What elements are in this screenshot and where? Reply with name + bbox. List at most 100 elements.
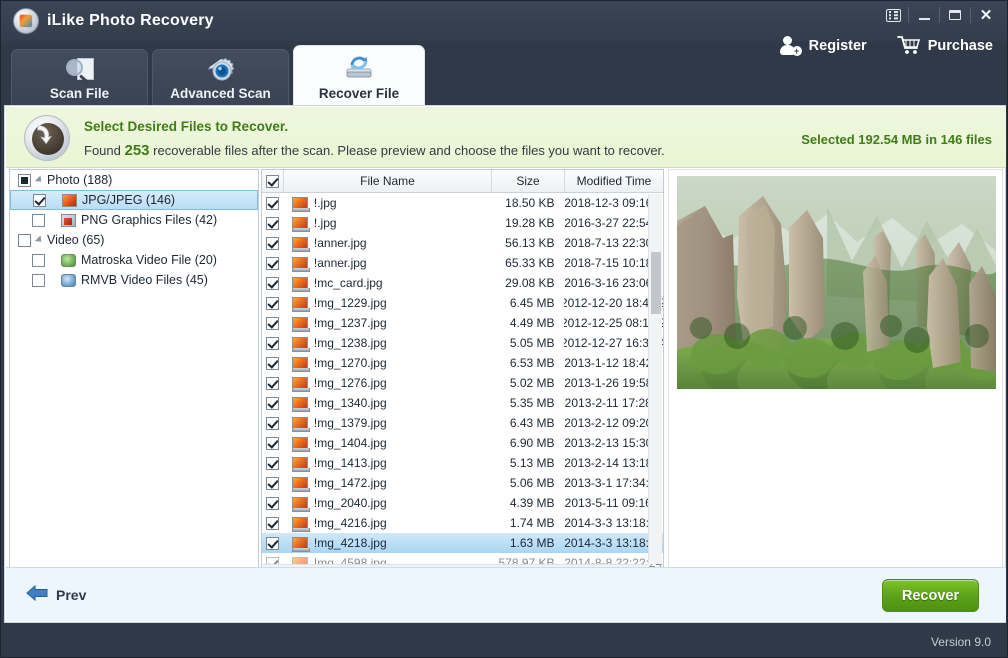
recover-button[interactable]: Recover — [882, 579, 979, 612]
register-button[interactable]: + Register — [780, 36, 867, 56]
expander-triangle-icon[interactable] — [35, 235, 44, 244]
row-checkbox[interactable] — [266, 477, 279, 490]
tree-item[interactable]: Matroska Video File (20) — [10, 250, 258, 270]
row-checkbox[interactable] — [266, 417, 279, 430]
column-header-size[interactable]: Size — [492, 170, 565, 192]
select-all-header-cell[interactable] — [262, 170, 284, 192]
tab-scan-file[interactable]: Scan File — [11, 49, 148, 107]
file-list-row[interactable]: !mg_1413.jpg5.13 MB2013-2-14 13:18:2 — [262, 453, 663, 473]
image-thumbnail-icon — [292, 297, 308, 310]
file-list-row[interactable]: !anner.jpg65.33 KB2018-7-15 10:18:5 — [262, 253, 663, 273]
file-list-row[interactable]: !anner.jpg56.13 KB2018-7-13 22:30:4 — [262, 233, 663, 253]
tree-item-checkbox[interactable] — [32, 274, 45, 287]
file-size-cell: 5.06 MB — [491, 473, 564, 493]
row-checkbox[interactable] — [266, 377, 279, 390]
file-list-vertical-scrollbar[interactable] — [648, 194, 662, 564]
expander-triangle-icon[interactable] — [35, 175, 44, 184]
tree-item[interactable]: Photo (188) — [10, 170, 258, 190]
tab-label: Advanced Scan — [153, 86, 288, 101]
row-checkbox[interactable] — [266, 517, 279, 530]
file-list-row[interactable]: !mg_2040.jpg4.39 MB2013-5-11 09:16:0 — [262, 493, 663, 513]
file-list-row[interactable]: !mg_1379.jpg6.43 MB2013-2-12 09:20:4 — [262, 413, 663, 433]
file-list-row[interactable]: !.jpg18.50 KB2018-12-3 09:16:4 — [262, 193, 663, 213]
row-checkbox-cell[interactable] — [262, 193, 284, 213]
file-list-row[interactable]: !.jpg19.28 KB2016-3-27 22:54:3 — [262, 213, 663, 233]
tab-advanced-scan[interactable]: Advanced Scan — [152, 49, 289, 107]
row-checkbox-cell[interactable] — [262, 253, 284, 273]
row-checkbox-cell[interactable] — [262, 473, 284, 493]
row-checkbox-cell[interactable] — [262, 293, 284, 313]
row-checkbox[interactable] — [266, 237, 279, 250]
file-list-row[interactable]: !mg_4216.jpg1.74 MB2014-3-3 13:18:00 — [262, 513, 663, 533]
maximize-button[interactable] — [940, 4, 970, 26]
tree-item-checkbox[interactable] — [32, 214, 45, 227]
row-checkbox-cell[interactable] — [262, 513, 284, 533]
scrollbar-thumb[interactable] — [651, 252, 661, 314]
row-checkbox[interactable] — [266, 217, 279, 230]
tab-recover-file[interactable]: Recover File — [293, 45, 425, 107]
minimize-button[interactable] — [909, 4, 939, 26]
row-checkbox-cell[interactable] — [262, 353, 284, 373]
row-checkbox[interactable] — [266, 457, 279, 470]
row-checkbox-cell[interactable] — [262, 373, 284, 393]
row-checkbox-cell[interactable] — [262, 333, 284, 353]
row-checkbox[interactable] — [266, 257, 279, 270]
tree-item[interactable]: RMVB Video Files (45) — [10, 270, 258, 290]
row-checkbox[interactable] — [266, 437, 279, 450]
tree-item-checkbox[interactable] — [32, 254, 45, 267]
file-size-cell: 5.02 MB — [491, 373, 564, 393]
file-list-row[interactable]: !mc_card.jpg29.08 KB2016-3-16 23:06:2 — [262, 273, 663, 293]
prev-label: Prev — [56, 587, 86, 603]
row-checkbox-cell[interactable] — [262, 233, 284, 253]
tree-item[interactable]: PNG Graphics Files (42) — [10, 210, 258, 230]
row-checkbox-cell[interactable] — [262, 393, 284, 413]
tree-item[interactable]: JPG/JPEG (146) — [10, 190, 258, 210]
column-header-modified-time[interactable]: Modified Time — [565, 170, 663, 192]
file-list-row[interactable]: !mg_1472.jpg5.06 MB2013-3-1 17:34:44 — [262, 473, 663, 493]
row-checkbox[interactable] — [266, 397, 279, 410]
row-checkbox-cell[interactable] — [262, 533, 284, 553]
row-checkbox[interactable] — [266, 357, 279, 370]
row-checkbox[interactable] — [266, 197, 279, 210]
row-checkbox[interactable] — [266, 277, 279, 290]
prev-button[interactable]: Prev — [26, 585, 86, 604]
row-checkbox[interactable] — [266, 317, 279, 330]
file-list-row[interactable]: !mg_1404.jpg6.90 MB2013-2-13 15:30:0 — [262, 433, 663, 453]
file-list-row[interactable]: !mg_4218.jpg1.63 MB2014-3-3 13:18:52 — [262, 533, 663, 553]
list-view-button[interactable] — [878, 4, 908, 26]
row-checkbox[interactable] — [266, 497, 279, 510]
register-label: Register — [809, 38, 867, 54]
shopping-cart-icon — [897, 35, 921, 56]
row-checkbox-cell[interactable] — [262, 413, 284, 433]
file-list-row[interactable]: !mg_1340.jpg5.35 MB2013-2-11 17:28:2 — [262, 393, 663, 413]
file-list-row[interactable]: !mg_1276.jpg5.02 MB2013-1-26 19:58:4 — [262, 373, 663, 393]
row-checkbox[interactable] — [266, 337, 279, 350]
file-type-tree[interactable]: Photo (188)JPG/JPEG (146)PNG Graphics Fi… — [9, 169, 259, 580]
tree-item-checkbox[interactable] — [18, 174, 31, 187]
tree-item[interactable]: Video (65) — [10, 230, 258, 250]
image-thumbnail-icon — [292, 397, 308, 410]
column-header-file-name[interactable]: File Name — [284, 170, 492, 192]
row-checkbox-cell[interactable] — [262, 273, 284, 293]
close-button[interactable]: ✕ — [971, 4, 1001, 26]
file-list-row[interactable]: !mg_1270.jpg6.53 MB2013-1-12 18:42:1 — [262, 353, 663, 373]
file-name-label: !mg_1340.jpg — [314, 396, 387, 410]
file-list-panel[interactable]: File Name Size Modified Time !.jpg18.50 … — [261, 169, 664, 580]
file-list-row[interactable]: !mg_1229.jpg6.45 MB2012-12-20 18:48:2 — [262, 293, 663, 313]
row-checkbox[interactable] — [266, 537, 279, 550]
tree-item-checkbox[interactable] — [33, 194, 46, 207]
purchase-button[interactable]: Purchase — [897, 35, 993, 56]
file-size-cell: 6.45 MB — [491, 293, 564, 313]
row-checkbox-cell[interactable] — [262, 433, 284, 453]
tree-item-checkbox[interactable] — [18, 234, 31, 247]
file-size-cell: 6.43 MB — [491, 413, 564, 433]
row-checkbox[interactable] — [266, 297, 279, 310]
row-checkbox-cell[interactable] — [262, 213, 284, 233]
file-list-row[interactable]: !mg_1238.jpg5.05 MB2012-12-27 16:38:4 — [262, 333, 663, 353]
row-checkbox-cell[interactable] — [262, 493, 284, 513]
row-checkbox-cell[interactable] — [262, 313, 284, 333]
row-checkbox-cell[interactable] — [262, 453, 284, 473]
file-name-label: !.jpg — [314, 216, 337, 230]
file-list-row[interactable]: !mg_1237.jpg4.49 MB2012-12-25 08:18:2 — [262, 313, 663, 333]
select-all-checkbox[interactable] — [266, 175, 279, 188]
